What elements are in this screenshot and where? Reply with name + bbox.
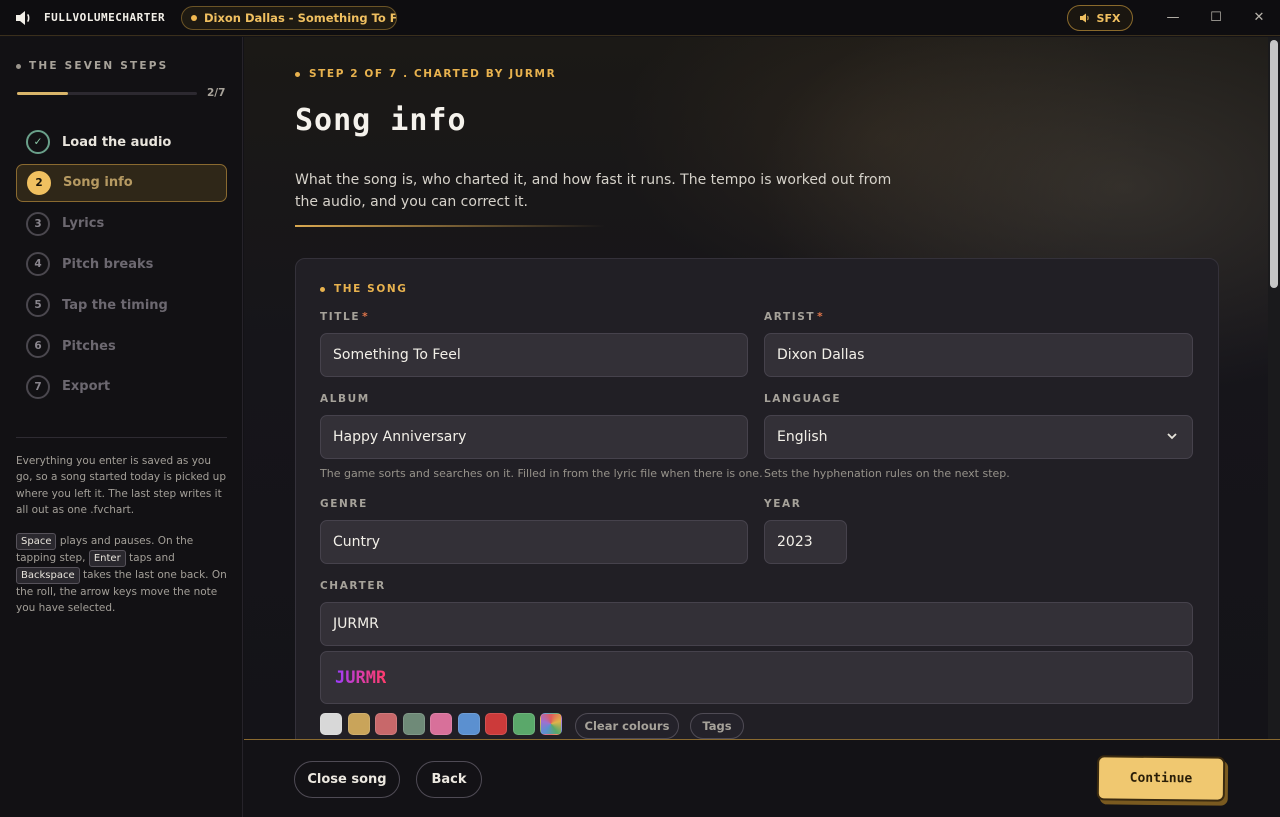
sidebar-step-4[interactable]: 4 Pitch breaks xyxy=(16,245,227,283)
backspace-key: Backspace xyxy=(16,567,80,584)
page-description: What the song is, who charted it, and ho… xyxy=(295,172,892,210)
colour-swatch[interactable] xyxy=(402,713,425,735)
sidebar-step-3[interactable]: 3 Lyrics xyxy=(16,205,227,243)
chevron-down-icon xyxy=(1167,433,1177,440)
colour-swatch[interactable] xyxy=(430,713,452,735)
charter-name-preview: JURMR xyxy=(320,651,1193,704)
bullet-icon xyxy=(295,71,300,77)
sidebar-step-1[interactable]: ✓ Load the audio xyxy=(16,123,227,161)
steps-header-label: THE SEVEN STEPS xyxy=(29,60,169,72)
title-input[interactable]: Something To Feel xyxy=(320,333,748,377)
language-hint: Sets the hyphenation rules on the next s… xyxy=(764,467,1010,480)
step-eyebrow-label: STEP 2 OF 7 . CHARTED BY JURMR xyxy=(309,68,557,80)
colour-swatch[interactable] xyxy=(540,713,562,735)
artist-label-text: ARTIST xyxy=(764,311,816,323)
sidebar-step-label: Pitches xyxy=(62,338,116,354)
keyboard-shortcuts-note: Space plays and pauses. On the tapping s… xyxy=(16,533,228,617)
close-song-button[interactable]: Close song xyxy=(294,761,400,798)
minimize-button[interactable]: — xyxy=(1163,8,1183,28)
close-window-button[interactable]: ✕ xyxy=(1249,8,1269,28)
genre-label: GENRE xyxy=(320,498,368,510)
language-selected-value: English xyxy=(777,429,828,445)
charter-input[interactable]: JURMR xyxy=(320,602,1193,646)
shortcut-text: taps and xyxy=(125,552,175,564)
artist-label: ARTIST * xyxy=(764,311,824,323)
steps-progress-count: 2/7 xyxy=(207,87,226,99)
status-dot-icon xyxy=(191,15,197,21)
sidebar-step-7[interactable]: 7 Export xyxy=(16,368,227,406)
required-mark: * xyxy=(817,311,825,323)
sidebar-step-label: Lyrics xyxy=(62,216,105,232)
step-number: 2 xyxy=(27,170,51,195)
step-number: 4 xyxy=(26,252,50,277)
song-card: THE SONG TITLE * Something To Feel ARTIST… xyxy=(295,258,1219,739)
language-select[interactable]: English xyxy=(764,415,1193,459)
step-eyebrow: STEP 2 OF 7 . CHARTED BY JURMR xyxy=(295,68,556,80)
colour-swatch[interactable] xyxy=(347,713,370,735)
back-button[interactable]: Back xyxy=(416,761,482,798)
sound-icon xyxy=(1079,13,1089,23)
card-heading-label: THE SONG xyxy=(334,283,408,295)
sfx-label: SFX xyxy=(1096,11,1121,25)
title-label-text: TITLE xyxy=(320,311,361,323)
album-label: ALBUM xyxy=(320,393,370,405)
check-icon: ✓ xyxy=(26,130,50,154)
bullet-icon xyxy=(16,63,21,69)
sidebar-step-2[interactable]: 2 Song info xyxy=(16,163,227,202)
app-name: FULLVOLUMECHARTER xyxy=(44,11,166,24)
charter-preview-text: JURMR xyxy=(335,667,387,688)
sidebar-step-6[interactable]: 6 Pitches xyxy=(16,327,227,365)
page-title: Song info xyxy=(295,103,467,138)
current-song-pill[interactable]: Dixon Dallas - Something To Feel xyxy=(181,6,397,30)
sidebar-step-label: Pitch breaks xyxy=(62,256,154,272)
language-label: LANGUAGE xyxy=(764,393,842,405)
enter-key: Enter xyxy=(88,550,126,567)
colour-swatch[interactable] xyxy=(457,713,480,735)
charter-label: CHARTER xyxy=(320,580,386,592)
speaker-icon[interactable] xyxy=(15,10,33,26)
colour-swatch[interactable] xyxy=(375,713,397,735)
steps-progress-bar xyxy=(17,92,197,95)
sidebar-step-label: Load the audio xyxy=(62,134,172,150)
sidebar-step-label: Tap the timing xyxy=(62,297,168,313)
bullet-icon xyxy=(320,286,325,292)
colour-swatch[interactable] xyxy=(485,713,507,735)
sidebar-step-5[interactable]: 5 Tap the timing xyxy=(16,286,227,324)
steps-header: THE SEVEN STEPS xyxy=(16,60,168,72)
step-number: 6 xyxy=(26,334,50,358)
maximize-button[interactable]: ☐ xyxy=(1206,8,1226,28)
steps-sidebar: THE SEVEN STEPS 2/7 ✓ Load the audio 2 Song… xyxy=(0,37,243,817)
required-mark: * xyxy=(362,311,370,323)
title-underline xyxy=(295,225,605,227)
title-label: TITLE * xyxy=(320,311,369,323)
colour-swatch[interactable] xyxy=(320,713,342,735)
colour-swatch[interactable] xyxy=(512,713,535,735)
footer-bar: Close song Back Continue xyxy=(244,739,1280,817)
card-heading: THE SONG xyxy=(320,283,407,295)
scrollbar-thumb[interactable] xyxy=(1270,40,1278,288)
clear-colours-button[interactable]: Clear colours xyxy=(575,713,679,739)
sidebar-step-label: Song info xyxy=(63,175,133,191)
steps-progress-fill xyxy=(17,92,69,95)
sidebar-step-label: Export xyxy=(62,379,111,395)
current-song-label: Dixon Dallas - Something To Feel xyxy=(204,11,397,25)
year-input[interactable]: 2023 xyxy=(764,520,847,564)
album-hint: The game sorts and searches on it. Fille… xyxy=(320,467,763,480)
sidebar-divider xyxy=(16,437,227,438)
step-number: 5 xyxy=(26,293,50,318)
step-number: 3 xyxy=(26,211,50,236)
autosave-note: Everything you enter is saved as you go,… xyxy=(16,455,226,517)
space-key: Space xyxy=(16,533,57,550)
genre-input[interactable]: Cuntry xyxy=(320,520,748,564)
step-number: 7 xyxy=(26,374,50,399)
album-input[interactable]: Happy Anniversary xyxy=(320,415,748,459)
sfx-toggle-button[interactable]: SFX xyxy=(1067,5,1133,31)
year-label: YEAR xyxy=(764,498,802,510)
continue-button[interactable]: Continue xyxy=(1096,755,1226,802)
artist-input[interactable]: Dixon Dallas xyxy=(764,333,1193,377)
main-content: STEP 2 OF 7 . CHARTED BY JURMR Song info… xyxy=(244,37,1268,739)
tags-button[interactable]: Tags xyxy=(690,713,744,739)
title-bar: FULLVOLUMECHARTER Dixon Dallas - Somethi… xyxy=(0,0,1280,36)
